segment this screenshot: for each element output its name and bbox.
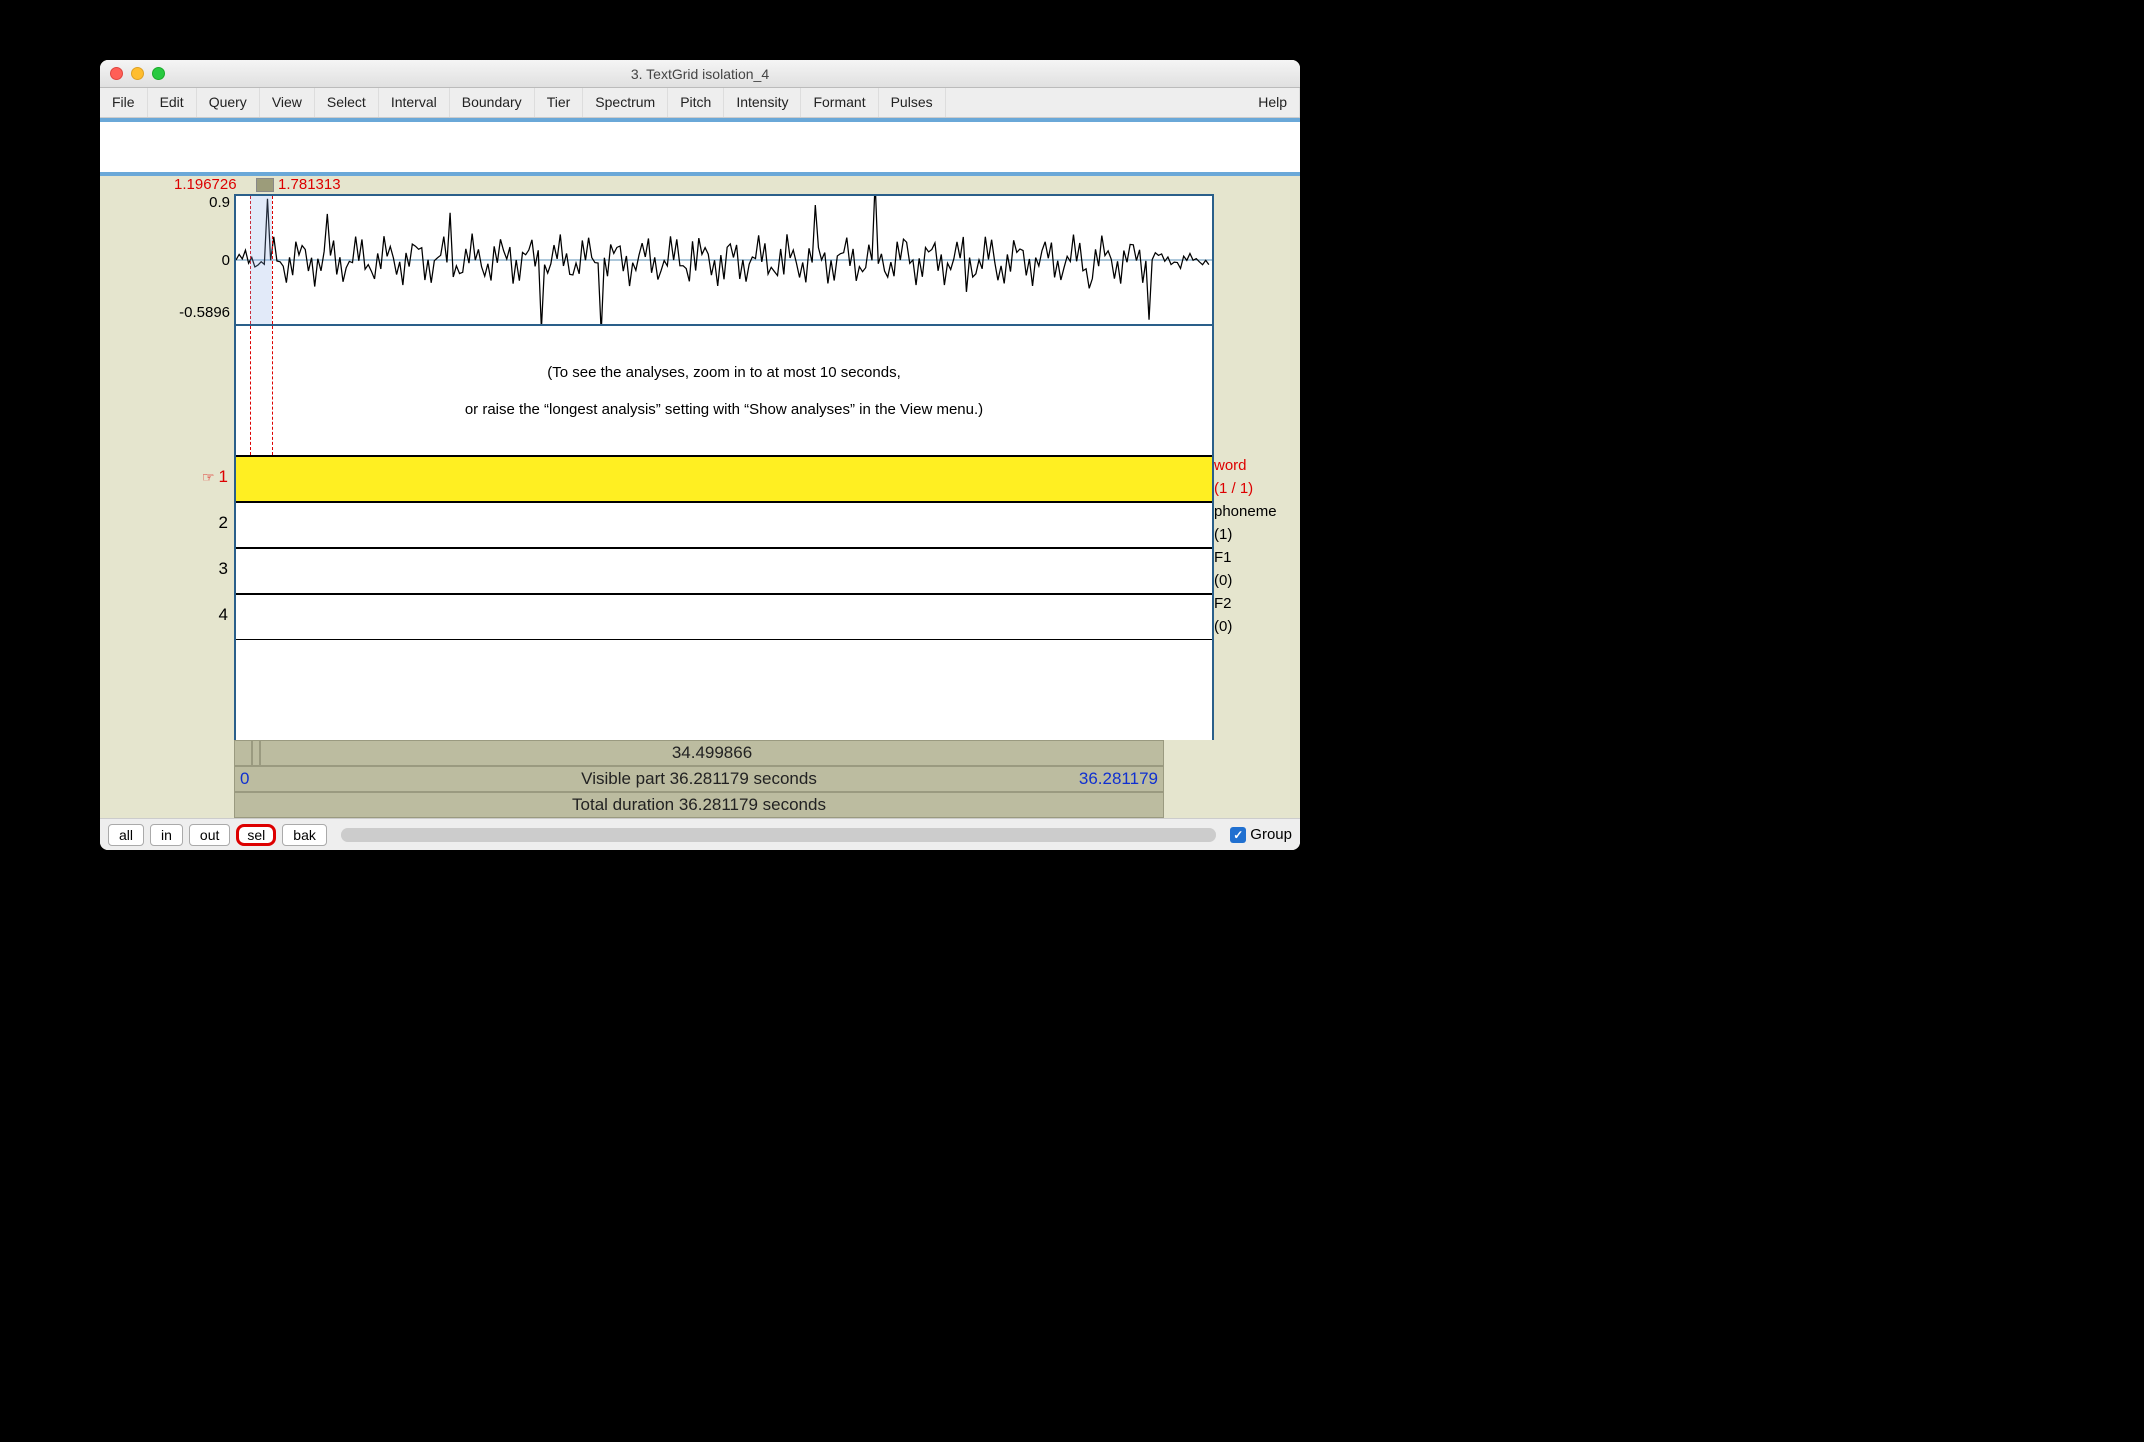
menu-formant[interactable]: Formant: [801, 88, 878, 117]
tier2-count: (1): [1214, 523, 1294, 546]
tier-number-2[interactable]: 2: [106, 500, 234, 546]
tier-number-4[interactable]: 4: [106, 592, 234, 638]
left-axis: 0.9 0 -0.5896 ☞ 1 2 3 4: [106, 194, 234, 740]
menu-tier[interactable]: Tier: [535, 88, 584, 117]
tier3-name: F1: [1214, 546, 1294, 569]
zoom-all-button[interactable]: all: [108, 824, 144, 846]
menu-boundary[interactable]: Boundary: [450, 88, 535, 117]
tier-number-3[interactable]: 3: [106, 546, 234, 592]
hand-icon: ☞: [202, 469, 215, 486]
visible-end-label: 36.281179: [1079, 769, 1158, 789]
text-entry-bar[interactable]: [100, 118, 1300, 176]
play-pre-button[interactable]: [234, 740, 252, 766]
analysis-pane[interactable]: (To see the analyses, zoom in to at most…: [236, 326, 1212, 456]
menu-file[interactable]: File: [100, 88, 148, 117]
tier1-name: word: [1214, 454, 1294, 477]
work-area: 1.196726 1.781313 0.9 0 -0.5896 ☞ 1 2 3 …: [100, 176, 1300, 818]
zoom-sel-button[interactable]: sel: [236, 824, 276, 846]
menu-spectrum[interactable]: Spectrum: [583, 88, 668, 117]
zoom-out-button[interactable]: out: [189, 824, 230, 846]
group-label: Group: [1250, 826, 1292, 843]
footer: all in out sel bak ✓ Group: [100, 818, 1300, 850]
menu-interval[interactable]: Interval: [379, 88, 450, 117]
waveform-pane[interactable]: [236, 196, 1212, 326]
menu-pulses[interactable]: Pulses: [879, 88, 946, 117]
time-bars: 34.499866 0 Visible part 36.281179 secon…: [234, 740, 1164, 818]
visible-label: Visible part 36.281179 seconds: [581, 769, 817, 789]
horizontal-scrollbar[interactable]: [341, 828, 1216, 842]
editor-area[interactable]: (To see the analyses, zoom in to at most…: [234, 194, 1214, 740]
menu-help[interactable]: Help: [1246, 88, 1300, 117]
tier4-count: (0): [1214, 615, 1294, 638]
play-total-button[interactable]: Total duration 36.281179 seconds: [234, 792, 1164, 818]
tier-number-1[interactable]: ☞ 1: [106, 454, 234, 500]
menu-edit[interactable]: Edit: [148, 88, 197, 117]
tier-2[interactable]: [236, 502, 1212, 548]
selection-end-label: 1.781313: [278, 176, 341, 193]
play-post-button[interactable]: 34.499866: [260, 740, 1164, 766]
selection-start-label: 1.196726: [174, 176, 237, 193]
menu-pitch[interactable]: Pitch: [668, 88, 724, 117]
visible-start-label: 0: [240, 769, 249, 789]
check-icon: ✓: [1230, 827, 1246, 843]
analysis-hint-1: (To see the analyses, zoom in to at most…: [547, 364, 901, 381]
titlebar: 3. TextGrid isolation_4: [100, 60, 1300, 88]
tier-4[interactable]: [236, 594, 1212, 640]
tier-labels: word (1 / 1) phoneme (1) F1 (0) F2 (0): [1214, 194, 1294, 740]
cursor-time-labels: 1.196726 1.781313: [106, 176, 1294, 194]
menu-view[interactable]: View: [260, 88, 315, 117]
zoom-in-button[interactable]: in: [150, 824, 183, 846]
selection-marker[interactable]: [256, 178, 274, 192]
tier-3[interactable]: [236, 548, 1212, 594]
tier3-count: (0): [1214, 569, 1294, 592]
play-sel-button[interactable]: [252, 740, 260, 766]
menu-select[interactable]: Select: [315, 88, 379, 117]
y-zero-label: 0: [222, 252, 230, 269]
tier1-count: (1 / 1): [1214, 477, 1294, 500]
play-visible-button[interactable]: 0 Visible part 36.281179 seconds 36.2811…: [234, 766, 1164, 792]
zoom-back-button[interactable]: bak: [282, 824, 327, 846]
tier-1[interactable]: [236, 456, 1212, 502]
y-max-label: 0.9: [209, 194, 230, 211]
tier4-name: F2: [1214, 592, 1294, 615]
menu-intensity[interactable]: Intensity: [724, 88, 801, 117]
window-title: 3. TextGrid isolation_4: [100, 66, 1300, 82]
y-min-label: -0.5896: [179, 304, 230, 321]
tier2-name: phoneme: [1214, 500, 1294, 523]
menu-query[interactable]: Query: [197, 88, 260, 117]
group-checkbox[interactable]: ✓ Group: [1230, 826, 1292, 843]
analysis-hint-2: or raise the “longest analysis” setting …: [465, 401, 983, 418]
menubar: File Edit Query View Select Interval Bou…: [100, 88, 1300, 118]
app-window: 3. TextGrid isolation_4 File Edit Query …: [100, 60, 1300, 850]
scroll-thumb[interactable]: [341, 828, 1216, 842]
